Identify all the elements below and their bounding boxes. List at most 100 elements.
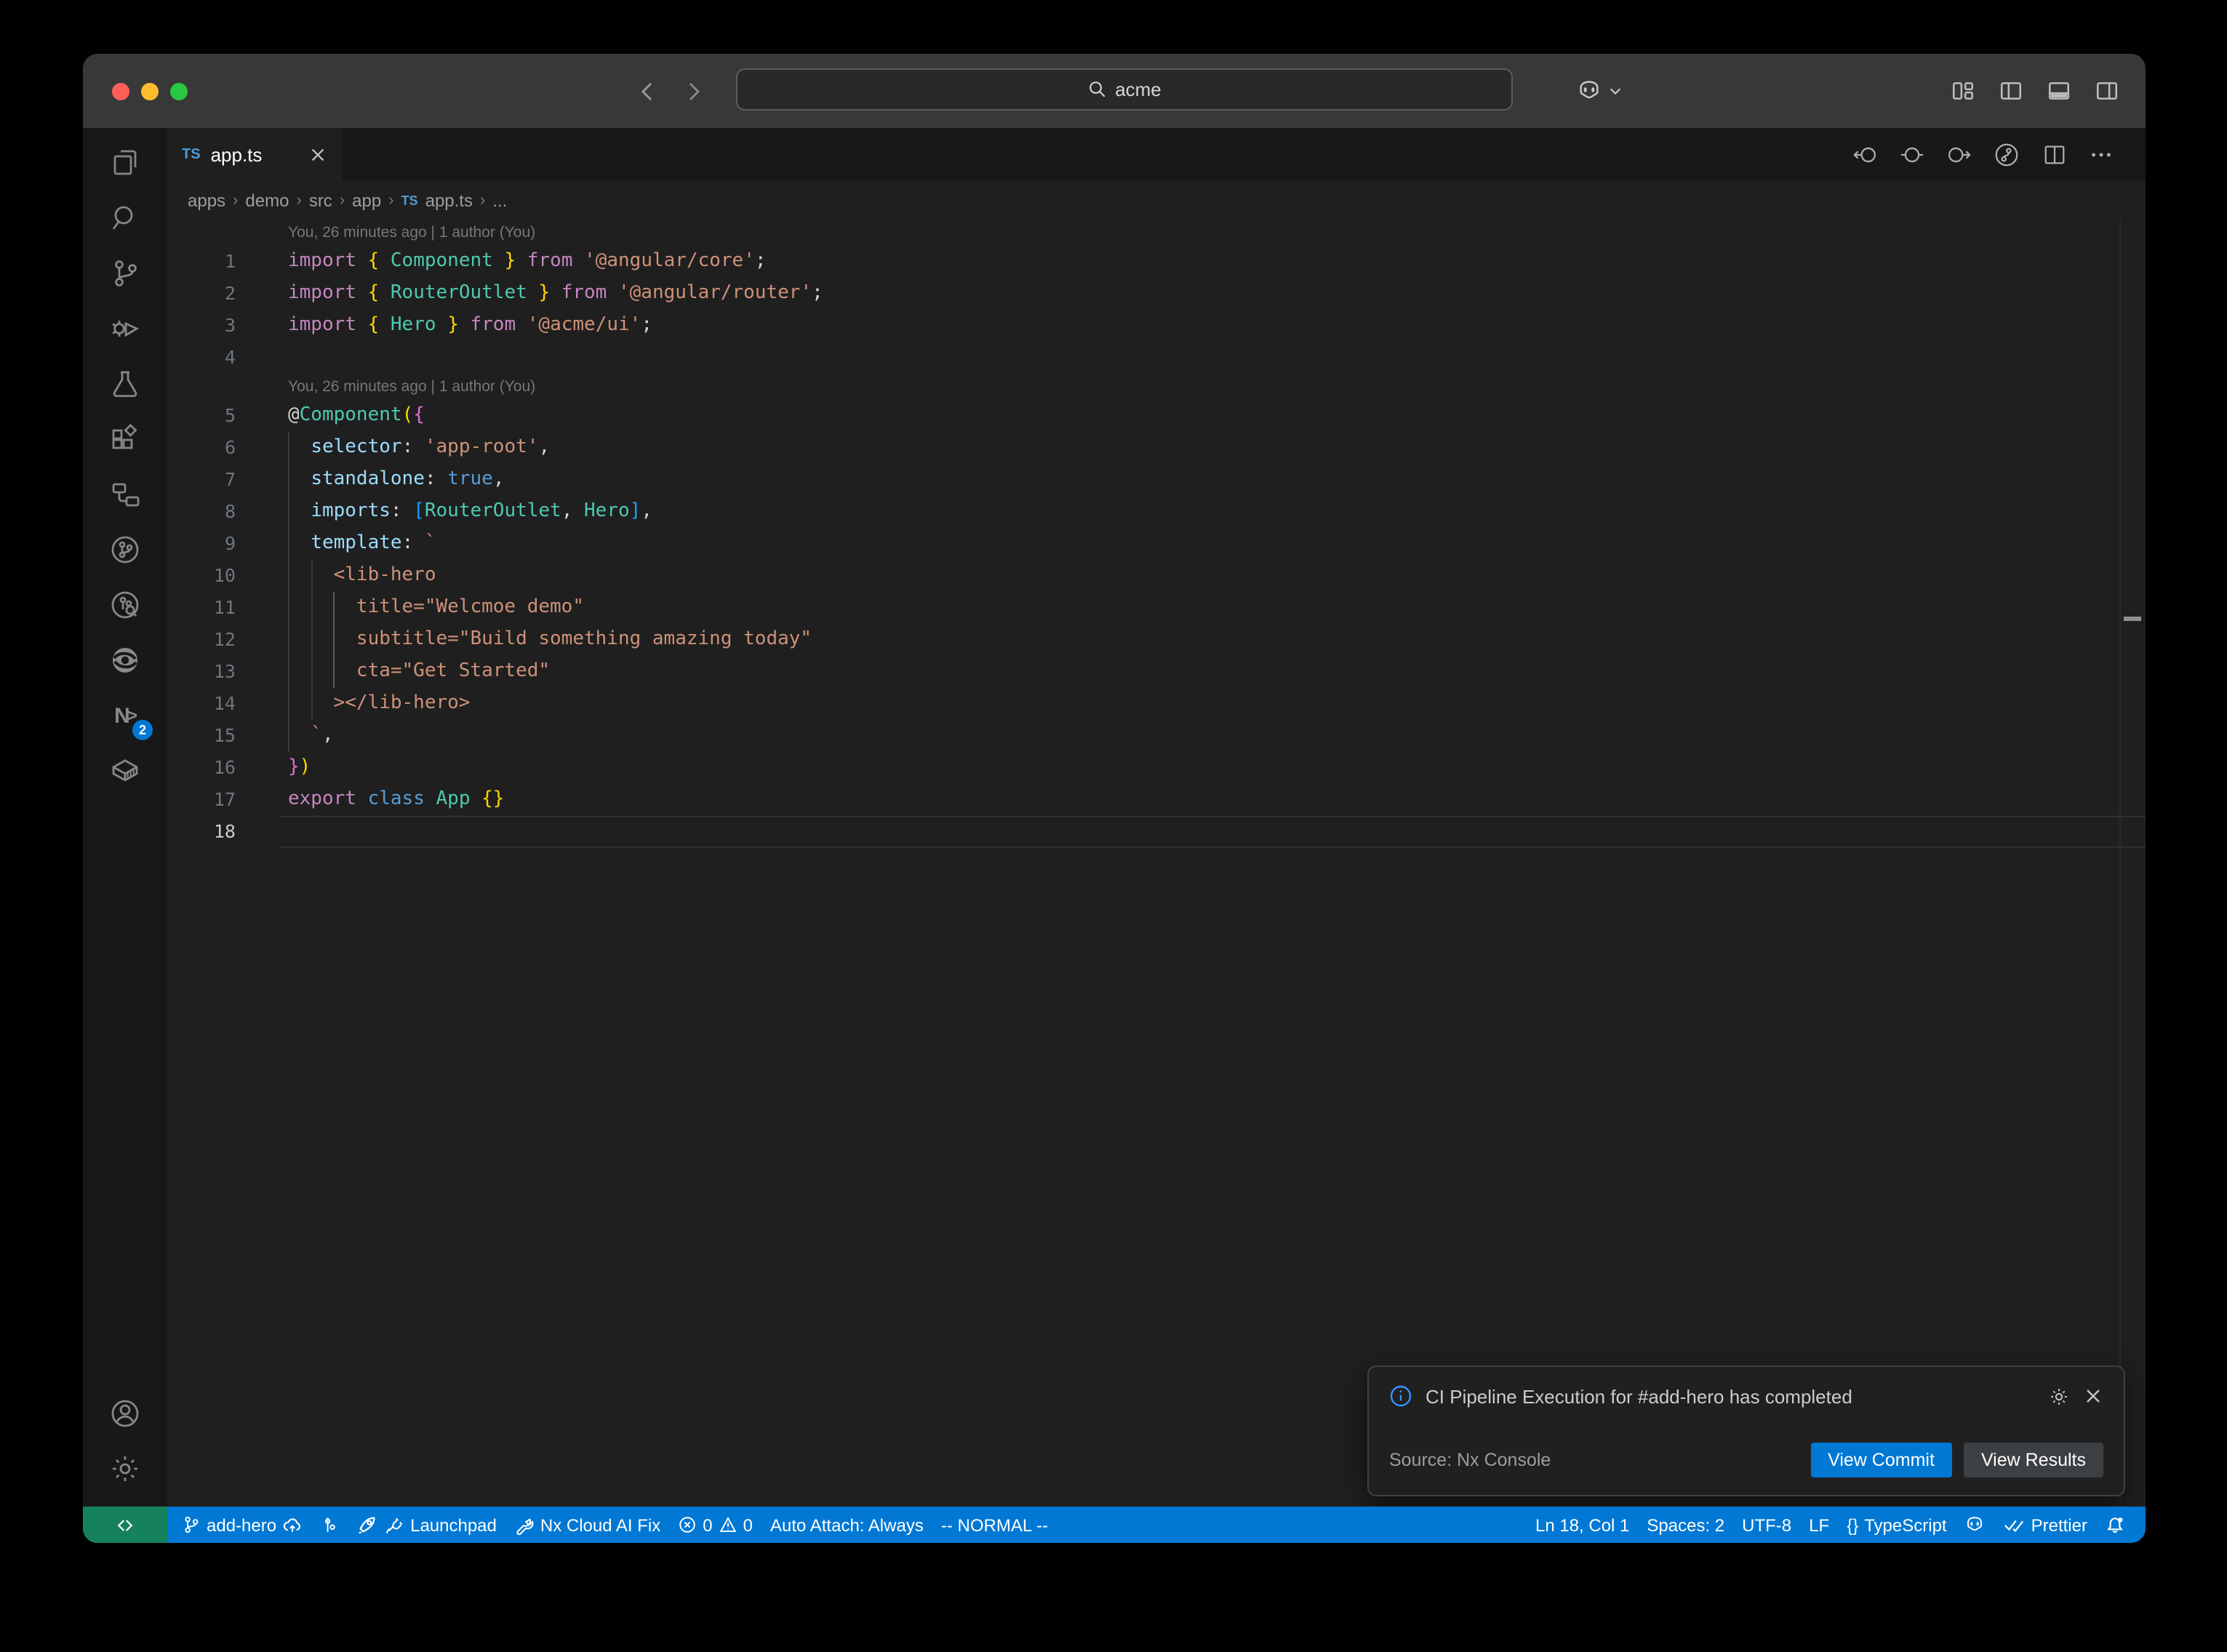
problems-status[interactable]: 0 0 [669,1507,761,1543]
nx-cloud-fix-status[interactable]: Nx Cloud AI Fix [505,1507,669,1543]
vim-mode-status[interactable]: -- NORMAL -- [932,1507,1057,1543]
run-debug-icon[interactable] [108,311,143,346]
maximize-window-button[interactable] [170,82,188,100]
command-center-search[interactable]: acme [736,68,1513,111]
code-token: @ [288,404,300,426]
hierarchy-icon[interactable] [108,477,143,512]
formatter-status[interactable]: Prettier [1995,1507,2096,1543]
notification-toast: CI Pipeline Execution for #add-hero has … [1367,1366,2125,1496]
codelens-annotation[interactable]: You, 26 minutes ago | 1 author (You) [167,220,2146,246]
auto-attach-status[interactable]: Auto Attach: Always [761,1507,932,1543]
code-line: 1import { Component } from '@angular/cor… [167,246,2146,278]
next-change-icon[interactable] [1946,142,1971,167]
back-icon[interactable] [636,79,659,103]
view-results-button[interactable]: View Results [1964,1443,2103,1477]
notifications-bell[interactable] [2096,1507,2134,1543]
breadcrumb-item[interactable]: demo [245,190,289,210]
code-token: : [402,436,425,458]
code-line: 16}) [167,752,2146,784]
error-count: 0 [703,1515,712,1535]
code-token: : [425,468,447,490]
tab-app-ts[interactable]: TS app.ts [167,128,342,180]
copilot-menu[interactable] [1575,54,1622,128]
line-number: 12 [167,624,288,656]
customize-layout-icon[interactable] [1951,79,1975,103]
code-text: imports: [RouterOutlet, Hero], [288,496,652,528]
forward-icon[interactable] [682,79,705,103]
toggle-sidebar-left-icon[interactable] [1999,79,2023,103]
breadcrumb-separator: › [388,191,393,209]
close-tab-icon[interactable] [308,145,327,164]
wrench-icon [514,1515,535,1535]
branch-name: add-hero [207,1515,276,1535]
codelens-annotation[interactable]: You, 26 minutes ago | 1 author (You) [167,374,2146,400]
title-bar: acme [83,54,2146,128]
minimize-window-button[interactable] [141,82,159,100]
edge-tools-icon[interactable] [108,643,143,678]
code-line: 18 [167,816,2146,848]
split-editor-icon[interactable] [2042,142,2067,167]
code-token: standalone [311,468,425,490]
code-text: subtitle="Build something amazing today" [288,624,812,656]
more-actions-icon[interactable] [2089,142,2114,167]
breadcrumb-file[interactable]: app.ts [425,190,473,210]
code-line: 10 <lib-hero [167,560,2146,592]
cursor-position-status[interactable]: Ln 18, Col 1 [1527,1507,1638,1543]
code-token: } [538,282,550,304]
breadcrumb-separator: › [480,191,485,209]
code-text: @Component({ [288,400,425,432]
code-token: import [288,314,356,336]
breadcrumb-more[interactable]: ... [492,190,507,210]
container-icon[interactable] [108,753,143,788]
code-token [379,314,391,336]
gitlens-inspect-icon[interactable] [108,532,143,567]
code-token [516,250,527,272]
git-graph-icon[interactable] [1993,140,2020,168]
copilot-status[interactable] [1956,1507,1995,1543]
search-sidebar-icon[interactable] [108,201,143,236]
breadcrumb-item[interactable]: apps [188,190,225,210]
code-text: export class App {} [288,784,504,816]
open-changes-icon[interactable] [1900,142,1924,167]
toggle-sidebar-right-icon[interactable] [2095,79,2119,103]
nx-console-icon[interactable]: N> 2 [108,698,143,733]
git-branch-status[interactable]: add-hero [173,1507,311,1543]
breadcrumb-item[interactable]: src [309,190,332,210]
source-control-icon[interactable] [108,256,143,291]
language-mode-status[interactable]: {} TypeScript [1838,1507,1955,1543]
testing-icon[interactable] [108,366,143,401]
commit-graph-status[interactable] [311,1507,348,1543]
code-line: 4 [167,342,2146,374]
close-window-button[interactable] [112,82,129,100]
code-token: { [368,314,380,336]
line-number: 8 [167,496,288,528]
code-text: import { Component } from '@angular/core… [288,246,767,278]
gitlens-search-icon[interactable] [108,588,143,622]
nx-cloud-fix-label: Nx Cloud AI Fix [540,1515,660,1535]
extensions-icon[interactable] [108,422,143,457]
error-icon [678,1515,697,1534]
code-token [607,282,618,304]
info-icon [1389,1384,1412,1408]
toggle-panel-icon[interactable] [2047,79,2071,103]
remote-indicator[interactable] [83,1507,167,1543]
accounts-icon[interactable] [108,1396,143,1431]
explorer-icon[interactable] [108,145,143,180]
encoding-status[interactable]: UTF-8 [1733,1507,1800,1543]
tab-bar: TS app.ts [167,128,2146,180]
indentation-status[interactable]: Spaces: 2 [1638,1507,1733,1543]
code-token: subtitle="Build something amazing today" [288,628,812,650]
view-commit-button[interactable]: View Commit [1810,1443,1952,1477]
eol-status[interactable]: LF [1800,1507,1838,1543]
code-editor[interactable]: You, 26 minutes ago | 1 author (You)1imp… [167,220,2146,1507]
notification-close-icon[interactable] [2083,1386,2103,1406]
launchpad-status[interactable]: Launchpad [348,1507,505,1543]
line-number: 3 [167,310,288,342]
settings-gear-icon[interactable] [108,1451,143,1486]
previous-change-icon[interactable] [1853,142,1878,167]
code-token [436,314,448,336]
notification-settings-icon[interactable] [2048,1385,2070,1407]
code-token: template [311,532,401,554]
code-token: import [288,282,356,304]
breadcrumb-item[interactable]: app [352,190,381,210]
